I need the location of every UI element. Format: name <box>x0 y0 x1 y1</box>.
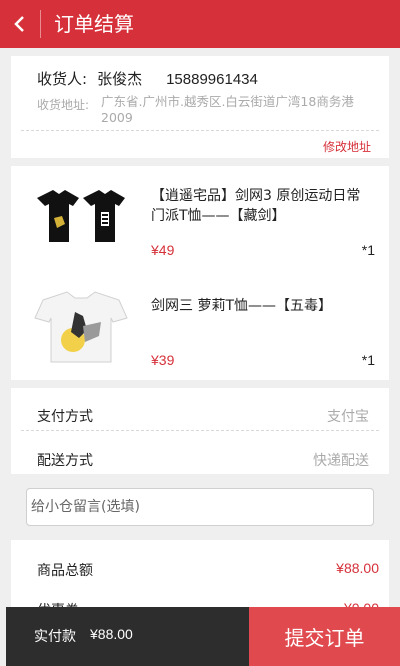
shipping-method-label: 配送方式 <box>37 453 93 469</box>
product-name: 剑网三 萝莉T恤——【五毒】 <box>151 298 333 314</box>
address-text: 广东省.广州市.越秀区.白云街道广湾18商务港2009 <box>101 94 354 125</box>
order-options: 支付方式 支付宝 配送方式 快递配送 <box>11 388 389 474</box>
black-tshirt-image <box>29 176 133 256</box>
message-input[interactable] <box>27 489 373 525</box>
product-price: ¥49 <box>151 242 175 258</box>
chevron-left-icon <box>14 16 24 32</box>
product-price: ¥39 <box>151 352 175 368</box>
product-list: 【逍遥宅品】剑网3 原创运动日常门派T恤——【藏剑】 ¥49 *1 剑网三 萝莉… <box>11 166 389 380</box>
payment-method-row[interactable]: 支付方式 支付宝 <box>11 392 389 432</box>
back-button[interactable] <box>0 0 40 48</box>
header-divider <box>40 10 41 38</box>
address-card[interactable]: 收货人: 张俊杰 15889961434 收货地址: 广东省.广州市.越秀区.白云街… <box>11 56 389 158</box>
message-box <box>26 488 374 526</box>
receiver-name: 张俊杰 <box>97 70 143 88</box>
shipping-method-row[interactable]: 配送方式 快递配送 <box>11 436 389 476</box>
address-label: 收货地址: <box>37 98 90 112</box>
divider <box>21 130 379 131</box>
product-name: 【逍遥宅品】剑网3 原创运动日常门派T恤——【藏剑】 <box>151 188 361 224</box>
total-value: ¥88.00 <box>90 626 133 642</box>
product-quantity: *1 <box>361 242 375 258</box>
app-header: 订单结算 <box>0 0 400 48</box>
submit-order-button[interactable]: 提交订单 <box>249 607 400 666</box>
receiver-phone: 15889961434 <box>166 71 258 88</box>
divider <box>21 430 379 431</box>
product-item[interactable]: 【逍遥宅品】剑网3 原创运动日常门派T恤——【藏剑】 ¥49 *1 <box>11 166 389 266</box>
page-title: 订单结算 <box>54 12 134 36</box>
payment-method-label: 支付方式 <box>37 409 93 425</box>
shipping-method-value: 快递配送 <box>313 453 369 469</box>
product-quantity: *1 <box>361 352 375 368</box>
payment-method-value: 支付宝 <box>327 409 369 425</box>
goods-total-label: 商品总额 <box>37 563 93 579</box>
goods-total-row: 商品总额 ¥88.00 <box>11 546 389 586</box>
receiver-row: 收货人: 张俊杰 15889961434 <box>37 68 268 89</box>
goods-total-value: ¥88.00 <box>336 560 379 576</box>
white-tshirt-image <box>29 286 133 366</box>
edit-address-link[interactable]: 修改地址 <box>323 138 371 155</box>
receiver-label: 收货人: <box>37 70 88 88</box>
total-label: 实付款 <box>34 629 76 645</box>
product-item[interactable]: 剑网三 萝莉T恤——【五毒】 ¥39 *1 <box>11 276 389 376</box>
total-payable: 实付款 ¥88.00 <box>6 607 249 666</box>
checkout-bar: 实付款 ¥88.00 提交订单 <box>6 607 400 666</box>
